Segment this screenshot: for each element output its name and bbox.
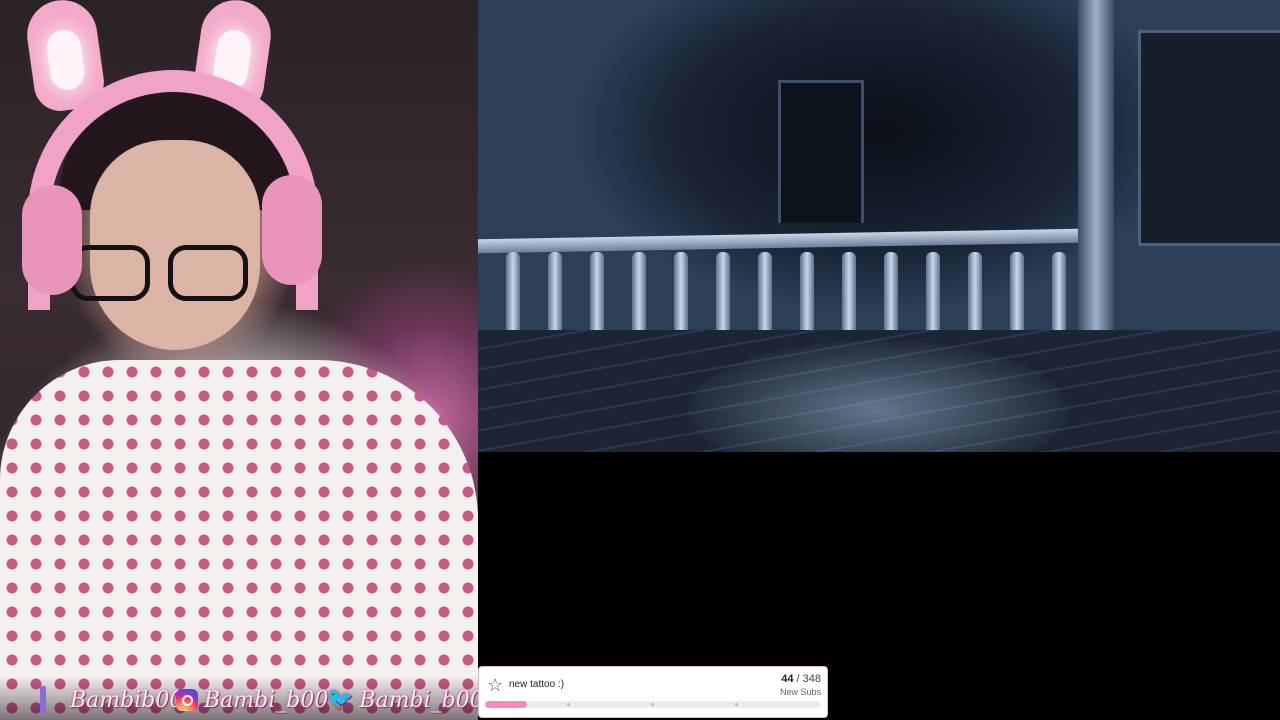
progress-tick (567, 703, 570, 706)
progress-tick (651, 703, 654, 706)
sweater (0, 360, 478, 720)
twitter-handle: 🐦 Bambi_b00 (326, 686, 484, 714)
twitter-icon: 🐦 (326, 687, 354, 712)
twitter-handle-text: Bambi_b00 (359, 687, 484, 713)
progress-tick (735, 703, 738, 706)
wall-panel (1138, 30, 1280, 246)
goal-count: 44 / 348 (781, 673, 821, 685)
goal-target: 348 (802, 673, 821, 685)
goal-progress-fill (485, 701, 528, 708)
star-icon: ☆ (487, 675, 504, 695)
doorway (778, 80, 864, 223)
goal-current: 44 (781, 673, 794, 685)
webcam-feed (0, 0, 478, 720)
headphone-cup-right (262, 175, 322, 285)
channel-name: Bambib00 (70, 686, 183, 714)
goal-unit: New Subs (779, 687, 821, 697)
column (1078, 0, 1114, 340)
game-capture (478, 0, 1280, 452)
balcony-railing (478, 228, 1078, 254)
goal-separator: / (793, 673, 803, 685)
goal-title: new tattoo :) (509, 679, 565, 690)
accent-bar (40, 686, 46, 714)
instagram-icon (176, 689, 198, 711)
headphone-cup-left (22, 185, 82, 295)
instagram-handle: Bambi_b00 (176, 686, 328, 714)
instagram-handle-text: Bambi_b00 (204, 687, 329, 713)
channel-name-text: Bambib00 (70, 687, 184, 713)
goal-progress-track (485, 701, 821, 708)
sub-goal-widget: ☆ new tattoo :) 44 / 348 New Subs (478, 666, 828, 718)
